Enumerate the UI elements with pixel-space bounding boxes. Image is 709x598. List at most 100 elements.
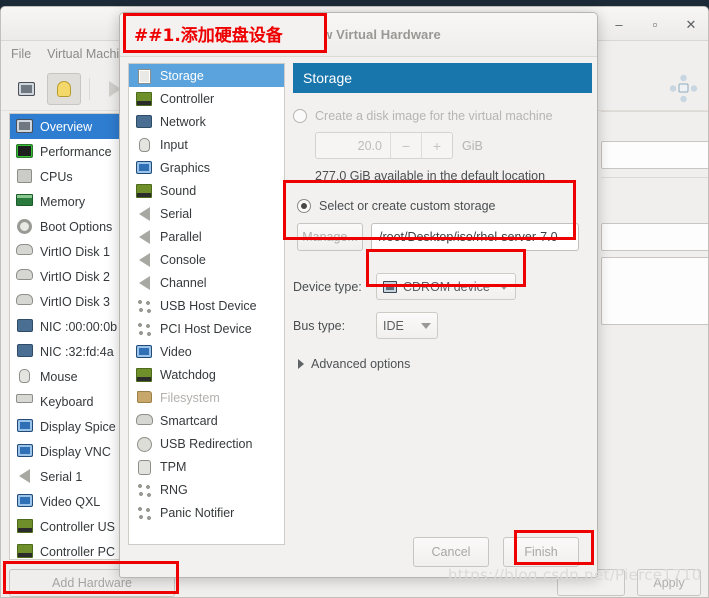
hw-type-label: PCI Host Device bbox=[160, 321, 252, 336]
detail-field-1[interactable] bbox=[601, 141, 708, 169]
sidebar-item-serial-1[interactable]: Serial 1 bbox=[10, 464, 124, 489]
hw-type-rng[interactable]: RNG bbox=[129, 478, 284, 501]
sidebar-item-virtio-disk-1[interactable]: VirtIO Disk 1 bbox=[10, 239, 124, 264]
sidebar-item-memory[interactable]: Memory bbox=[10, 189, 124, 214]
disk-size-stepper[interactable]: 20.0 − + bbox=[315, 132, 453, 159]
hw-type-parallel[interactable]: Parallel bbox=[129, 225, 284, 248]
sidebar-item-display-vnc[interactable]: Display VNC bbox=[10, 439, 124, 464]
chevron-down-icon bbox=[421, 322, 431, 329]
hw-type-controller[interactable]: Controller bbox=[129, 87, 284, 110]
hw-type-pci-host-device[interactable]: PCI Host Device bbox=[129, 317, 284, 340]
sidebar-item-keyboard[interactable]: Keyboard bbox=[10, 389, 124, 414]
bulb-icon bbox=[57, 80, 71, 97]
create-disk-radio-row[interactable]: Create a disk image for the virtual mach… bbox=[293, 109, 592, 123]
device-type-select[interactable]: CDROM device bbox=[376, 273, 516, 300]
detail-field-2[interactable] bbox=[601, 223, 708, 251]
bus-type-value: IDE bbox=[383, 318, 404, 333]
hw-type-network[interactable]: Network bbox=[129, 110, 284, 133]
monitor-icon bbox=[15, 118, 34, 135]
sound-card-icon bbox=[135, 183, 153, 199]
hw-type-channel[interactable]: Channel bbox=[129, 271, 284, 294]
display-icon-glyph bbox=[16, 444, 33, 457]
hw-type-smartcard[interactable]: Smartcard bbox=[129, 409, 284, 432]
hw-type-filesystem[interactable]: Filesystem bbox=[129, 386, 284, 409]
menu-file[interactable]: File bbox=[11, 47, 31, 61]
close-icon[interactable]: ✕ bbox=[680, 13, 702, 35]
memory-icon-glyph bbox=[16, 194, 33, 206]
sidebar-item-controller-pc[interactable]: Controller PC bbox=[10, 539, 124, 559]
storage-path-input[interactable]: /root/Desktop/iso/rhel-server-7.0- bbox=[371, 223, 579, 251]
serial-icon-glyph bbox=[19, 469, 30, 483]
custom-storage-label: Select or create custom storage bbox=[319, 199, 496, 213]
disk-size-value[interactable]: 20.0 bbox=[316, 133, 390, 158]
console-view-button[interactable] bbox=[9, 73, 43, 105]
available-space-note: 277.0 GiB available in the default locat… bbox=[315, 169, 546, 183]
advanced-options-label: Advanced options bbox=[311, 357, 411, 371]
hw-type-video[interactable]: Video bbox=[129, 340, 284, 363]
hw-type-storage[interactable]: Storage bbox=[129, 64, 284, 87]
sidebar-item-cpus[interactable]: CPUs bbox=[10, 164, 124, 189]
serial-icon-glyph bbox=[138, 206, 150, 221]
sidebar-item-nic-00-00-0b[interactable]: NIC :00:00:0b bbox=[10, 314, 124, 339]
hw-type-usb-host-device[interactable]: USB Host Device bbox=[129, 294, 284, 317]
hw-type-console[interactable]: Console bbox=[129, 248, 284, 271]
chevron-down-icon bbox=[499, 283, 509, 290]
sidebar-item-performance[interactable]: Performance bbox=[10, 139, 124, 164]
gear-icon bbox=[15, 218, 34, 235]
serial-icon-glyph bbox=[138, 252, 150, 267]
finish-button[interactable]: Finish bbox=[503, 537, 579, 567]
maximize-icon[interactable]: ▫ bbox=[644, 13, 666, 35]
hw-type-serial[interactable]: Serial bbox=[129, 202, 284, 225]
controller-card-icon-glyph bbox=[136, 91, 152, 106]
details-view-button[interactable] bbox=[47, 72, 81, 105]
disk-icon-glyph bbox=[16, 269, 33, 280]
custom-storage-radio[interactable] bbox=[297, 199, 311, 213]
main-hardware-list[interactable]: Overview Performance CPUs Memory Boot Option… bbox=[9, 113, 125, 560]
sidebar-item-label: VirtIO Disk 2 bbox=[40, 269, 110, 284]
create-disk-radio[interactable] bbox=[293, 109, 307, 123]
network-icon-glyph bbox=[16, 319, 33, 332]
detail-field-3[interactable] bbox=[601, 257, 708, 325]
serial-icon bbox=[135, 252, 153, 268]
advanced-options-expander[interactable]: Advanced options bbox=[298, 357, 592, 371]
serial-icon bbox=[135, 275, 153, 291]
hw-type-graphics[interactable]: Graphics bbox=[129, 156, 284, 179]
sidebar-item-overview[interactable]: Overview bbox=[10, 114, 124, 139]
hardware-type-list[interactable]: Storage Controller Network Input Graphics Sou… bbox=[128, 63, 285, 545]
sidebar-item-boot-options[interactable]: Boot Options bbox=[10, 214, 124, 239]
hw-type-sound[interactable]: Sound bbox=[129, 179, 284, 202]
hw-type-tpm[interactable]: TPM bbox=[129, 455, 284, 478]
device-type-label: Device type: bbox=[293, 279, 362, 294]
manage-button[interactable]: Manage... bbox=[297, 223, 363, 251]
disk-size-decrement[interactable]: − bbox=[390, 133, 421, 158]
hw-type-input[interactable]: Input bbox=[129, 133, 284, 156]
bus-type-select[interactable]: IDE bbox=[376, 312, 438, 339]
sidebar-item-virtio-disk-2[interactable]: VirtIO Disk 2 bbox=[10, 264, 124, 289]
cancel-button[interactable]: Cancel bbox=[413, 537, 489, 567]
add-new-virtual-hardware-dialog: Add New Virtual Hardware Storage Controll… bbox=[119, 12, 598, 578]
cdrom-icon bbox=[383, 280, 397, 293]
sidebar-item-video-qxl[interactable]: Video QXL bbox=[10, 489, 124, 514]
minimize-icon[interactable]: – bbox=[608, 13, 630, 35]
sidebar-item-mouse[interactable]: Mouse bbox=[10, 364, 124, 389]
sidebar-item-controller-us[interactable]: Controller US bbox=[10, 514, 124, 539]
sidebar-item-virtio-disk-3[interactable]: VirtIO Disk 3 bbox=[10, 289, 124, 314]
network-icon-glyph bbox=[16, 344, 33, 357]
hw-type-panic-notifier[interactable]: Panic Notifier bbox=[129, 501, 284, 524]
serial-icon bbox=[135, 206, 153, 222]
disk-size-increment[interactable]: + bbox=[421, 133, 452, 158]
hw-type-label: Sound bbox=[160, 183, 197, 198]
hw-type-usb-redirection[interactable]: USB Redirection bbox=[129, 432, 284, 455]
sidebar-item-nic-32-fd-4a[interactable]: NIC :32:fd:4a bbox=[10, 339, 124, 364]
panic-icon-glyph bbox=[136, 505, 152, 521]
move-handle-icon[interactable] bbox=[668, 73, 698, 103]
sidebar-item-display-spice[interactable]: Display Spice bbox=[10, 414, 124, 439]
disk-icon bbox=[15, 243, 34, 260]
storage-panel: Storage Create a disk image for the virt… bbox=[293, 63, 592, 523]
toolbar-separator bbox=[89, 77, 90, 100]
device-type-row: Device type: CDROM device bbox=[293, 273, 592, 300]
custom-storage-radio-row[interactable]: Select or create custom storage bbox=[297, 199, 592, 213]
hw-type-watchdog[interactable]: Watchdog bbox=[129, 363, 284, 386]
disk-icon bbox=[15, 293, 34, 310]
usb-redirection-icon bbox=[135, 436, 153, 452]
